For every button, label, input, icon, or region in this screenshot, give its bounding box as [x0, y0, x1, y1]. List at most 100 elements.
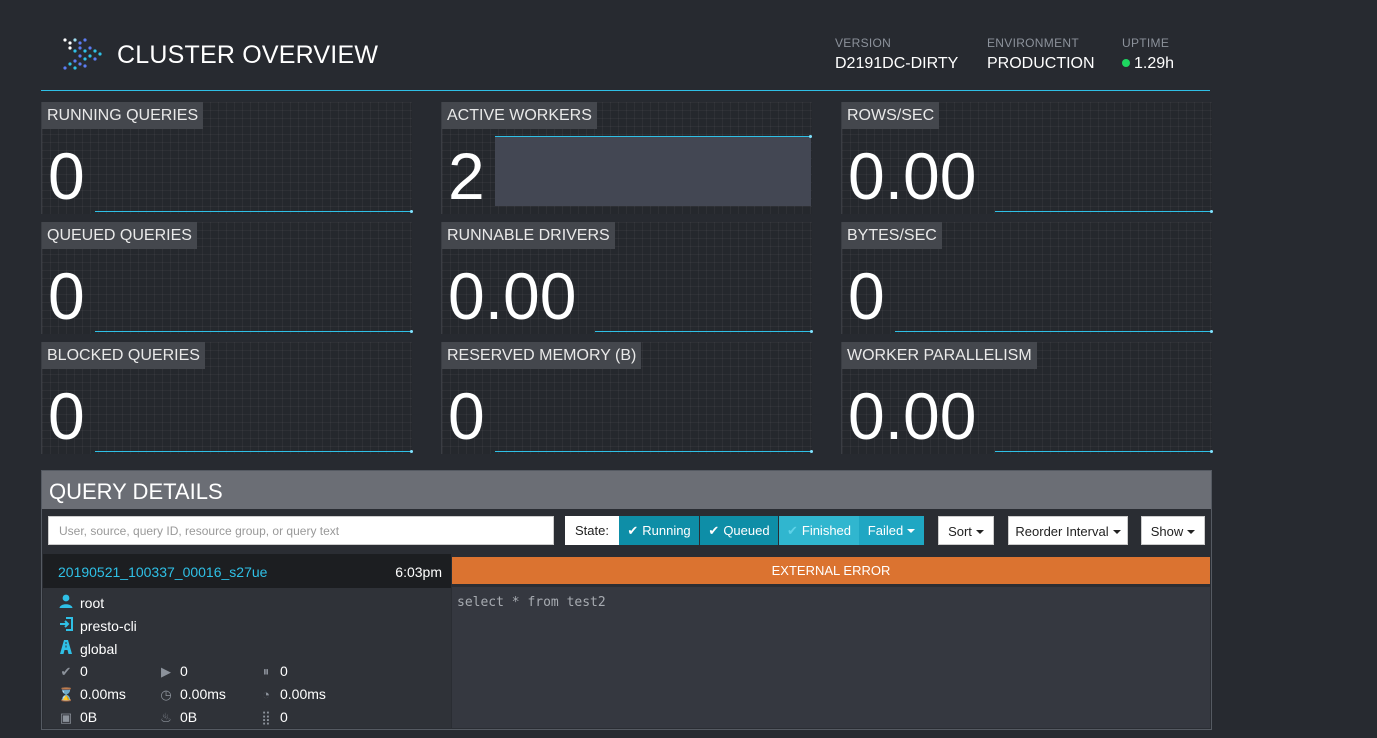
filter-failed-label: Failed — [867, 523, 904, 538]
query-source-value: presto-cli — [80, 618, 137, 634]
uptime-value-wrap: 1.29h — [1122, 55, 1174, 73]
check-icon: ✔ — [708, 523, 720, 538]
query-state-badge: EXTERNAL ERROR — [452, 557, 1210, 584]
query-info-panel: 20190521_100337_00016_s27ue 6:03pm root … — [43, 554, 451, 728]
sort-label: Sort — [948, 524, 972, 539]
sparkline — [995, 450, 1213, 453]
page-title: CLUSTER OVERVIEW — [117, 41, 379, 69]
stat-value: 0 — [280, 709, 288, 725]
query-user-value: root — [80, 595, 105, 611]
check-icon: ✔ — [786, 523, 798, 538]
caret-down-icon — [1112, 530, 1121, 534]
filter-running-button[interactable]: ✔ Running — [619, 516, 699, 545]
tile-value: 0 — [48, 259, 85, 333]
query-text: select * from test2 — [457, 595, 606, 610]
query-time: 6:03pm — [395, 564, 442, 580]
filter-queued-label: Queued — [723, 523, 770, 538]
stat-value: 0.00ms — [280, 686, 326, 702]
tile-label: BYTES/SEC — [842, 222, 942, 249]
stat-value: 0 — [80, 663, 88, 679]
status-dot-icon — [1122, 59, 1130, 67]
caret-down-icon — [1187, 530, 1196, 534]
sparkline — [995, 210, 1213, 213]
check-icon: ✔ — [60, 664, 72, 679]
query-details-header: QUERY DETAILS — [42, 471, 1211, 509]
stat-value: 0.00ms — [180, 686, 226, 702]
tile-label: ROWS/SEC — [842, 102, 940, 129]
reorder-interval-label: Reorder Interval — [1015, 524, 1109, 539]
reorder-interval-dropdown[interactable]: Reorder Interval — [1008, 516, 1128, 545]
hourglass-icon: ⌛ — [58, 687, 75, 702]
filter-finished-button[interactable]: ✔ Finished — [779, 516, 859, 545]
filter-queued-button[interactable]: ✔ Queued — [700, 516, 778, 545]
hdd-icon: ▣ — [59, 710, 73, 725]
tile-value: 0.00 — [848, 379, 977, 453]
tile-active-workers: ACTIVE WORKERS 2 — [441, 102, 812, 214]
caret-down-icon — [907, 529, 916, 533]
uptime-label: UPTIME — [1122, 36, 1170, 50]
tile-rows-per-sec: ROWS/SEC 0.00 — [841, 102, 1213, 214]
stat-cpu-time: ◷ 0.00ms — [158, 686, 226, 703]
tile-label: QUEUED QUERIES — [42, 222, 197, 249]
tile-blocked-queries: BLOCKED QUERIES 0 — [41, 342, 413, 454]
query-id-link[interactable]: 20190521_100337_00016_s27ue — [58, 564, 267, 580]
sparkline — [895, 330, 1213, 333]
stat-elapsed-time: ⌛ 0.00ms — [58, 686, 126, 703]
sparkline — [595, 330, 813, 333]
tile-running-queries: RUNNING QUERIES 0 — [41, 102, 413, 214]
environment-info: ENVIRONMENT PRODUCTION — [987, 36, 1095, 73]
query-resource-group-value: global — [80, 641, 118, 657]
tile-value: 0 — [448, 379, 485, 453]
cluster-header: CLUSTER OVERVIEW VERSION D2191DC-DIRTY E… — [41, 0, 1210, 91]
sparkline — [95, 210, 413, 213]
filter-failed-dropdown[interactable]: Failed — [859, 516, 924, 545]
version-info: VERSION D2191DC-DIRTY — [835, 36, 958, 73]
query-details-title: QUERY DETAILS — [49, 479, 223, 504]
tile-value: 0 — [848, 259, 885, 333]
stat-memory: ▣ 0B — [58, 709, 97, 726]
tile-bytes-per-sec: BYTES/SEC 0 — [841, 222, 1213, 334]
tile-label: ACTIVE WORKERS — [442, 102, 597, 129]
tile-label: BLOCKED QUERIES — [42, 342, 205, 369]
sparkline — [95, 330, 413, 333]
sparkline — [495, 450, 813, 453]
tile-value: 0.00 — [448, 259, 577, 333]
user-icon — [58, 594, 74, 611]
query-user: root — [58, 594, 104, 611]
play-icon: ▶ — [161, 664, 171, 679]
stat-value: 0.00ms — [80, 686, 126, 702]
tile-worker-parallelism: WORKER PARALLELISM 0.00 — [841, 342, 1213, 454]
query-details-panel: QUERY DETAILS State: ✔Running ✔Queued ✔F… — [41, 470, 1212, 730]
stat-value: 0B — [80, 709, 98, 725]
tile-value: 0 — [48, 379, 85, 453]
sort-dropdown[interactable]: Sort — [938, 516, 994, 545]
road-icon — [58, 640, 74, 657]
presto-logo-icon — [63, 38, 102, 70]
tile-value: 2 — [448, 139, 485, 213]
tile-value: 0.00 — [848, 139, 977, 213]
equalizer-icon: ⣿ — [261, 710, 271, 725]
tile-reserved-memory: RESERVED MEMORY (B) 0 — [441, 342, 813, 454]
caret-down-icon — [975, 530, 984, 534]
login-icon — [58, 617, 74, 634]
query-text-panel: select * from test2 — [452, 587, 1210, 728]
pause-icon: ⏸ — [262, 664, 270, 679]
tile-runnable-drivers: RUNNABLE DRIVERS 0.00 — [441, 222, 813, 334]
stat-completed-splits: ✔ 0 — [58, 663, 88, 680]
environment-value: PRODUCTION — [987, 55, 1095, 72]
state-label: State: — [565, 516, 619, 545]
query-search-input[interactable] — [48, 516, 554, 545]
query-source: presto-cli — [58, 617, 137, 634]
tile-label: RUNNABLE DRIVERS — [442, 222, 615, 249]
stat-queued-splits: ⏸ 0 — [258, 663, 288, 680]
filter-finished-label: Finished — [801, 523, 852, 538]
fire-icon: ♨ — [160, 710, 172, 725]
version-label: VERSION — [835, 36, 892, 50]
query-resource-group: global — [58, 640, 117, 657]
tile-value: 0 — [48, 139, 85, 213]
environment-label: ENVIRONMENT — [987, 36, 1079, 50]
show-dropdown[interactable]: Show — [1141, 516, 1205, 545]
stat-drivers: ⣿ 0 — [258, 709, 288, 726]
stat-value: 0 — [180, 663, 188, 679]
check-icon: ✔ — [627, 523, 639, 538]
